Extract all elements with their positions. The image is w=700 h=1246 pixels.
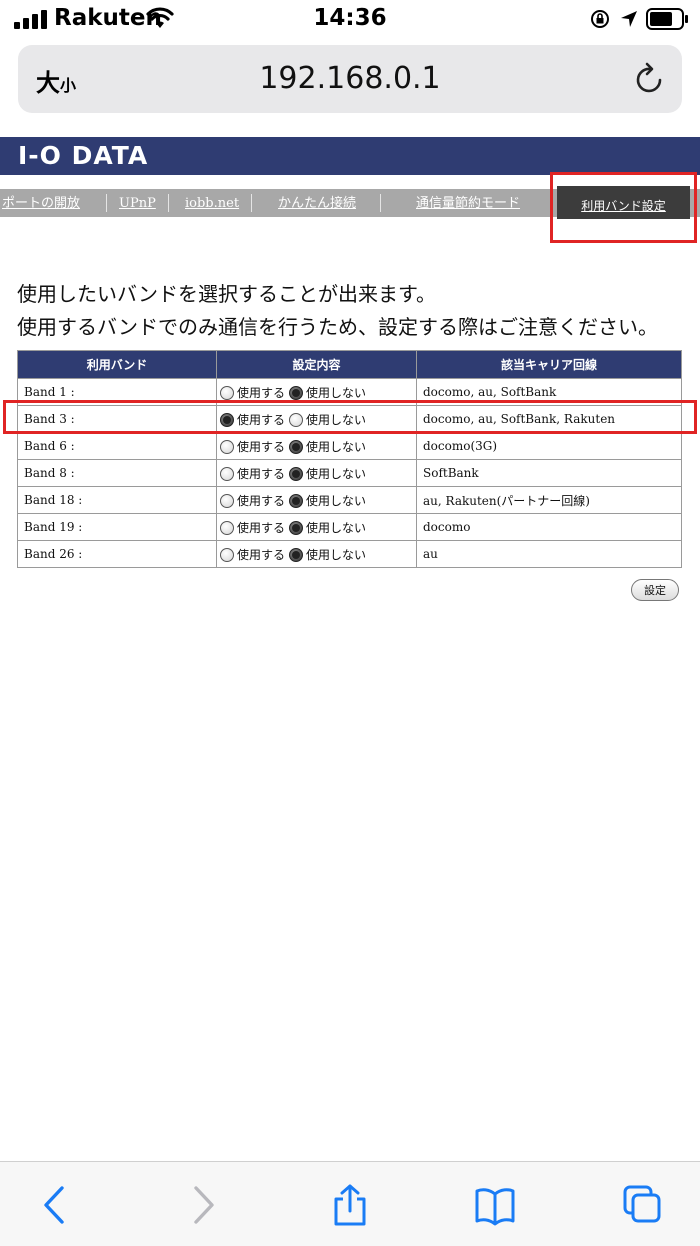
band-name: Band 26 : [17,540,217,568]
band-setting: 使用する 使用しない [216,513,417,541]
radio-use-label: 使用する [237,547,286,562]
radio-no-use-label: 使用しない [306,493,367,508]
nav-item-iobb[interactable]: iobb.net [185,189,239,217]
header-setting: 設定内容 [216,350,417,379]
nav-separator [251,194,252,212]
header-band: 利用バンド [17,350,217,379]
url-text[interactable]: 192.168.0.1 [18,61,682,96]
bookmarks-icon[interactable] [475,1184,515,1226]
share-icon[interactable] [330,1184,370,1226]
radio-no-use[interactable] [289,520,304,535]
radio-no-use[interactable] [289,547,304,562]
carrier-list: au, Rakuten(パートナー回線) [416,486,682,514]
address-bar[interactable]: 大小 192.168.0.1 [18,45,682,113]
band-name: Band 6 : [17,432,217,460]
tabs-icon[interactable] [622,1184,662,1226]
set-button[interactable]: 設定 [631,579,679,601]
web-content: I-O DATA ポートの開放 UPnP iobb.net かんたん接続 通信量… [0,131,700,1161]
table-row: Band 18 : 使用する 使用しない au, Rakuten(パートナー回線) [17,486,682,514]
status-bar: Rakuten 14:36 [0,0,700,40]
nav-separator [168,194,169,212]
table-row: Band 6 : 使用する 使用しない docomo(3G) [17,432,682,460]
radio-use-label: 使用する [237,493,286,508]
carrier-list: au [416,540,682,568]
band-setting: 使用する 使用しない [216,540,417,568]
radio-use[interactable] [220,547,234,562]
radio-no-use-label: 使用しない [306,466,367,481]
carrier-list: docomo(3G) [416,432,682,460]
nav-item-upnp[interactable]: UPnP [119,189,156,217]
carrier-list: docomo [416,513,682,541]
reload-icon[interactable] [634,61,666,97]
radio-use[interactable] [220,385,234,400]
band-name: Band 18 : [17,486,217,514]
band-setting: 使用する 使用しない [216,432,417,460]
highlight-box-nav [550,172,697,243]
location-arrow-icon [621,11,637,27]
radio-use-label: 使用する [237,385,286,400]
highlight-box-band3 [3,400,697,434]
radio-no-use[interactable] [289,385,304,400]
nav-item-port-open[interactable]: ポートの開放 [2,189,80,217]
radio-no-use-label: 使用しない [306,520,367,535]
band-table: 利用バンド 設定内容 該当キャリア回線 Band 1 : 使用する 使用しない doc… [17,350,682,568]
nav-separator [106,194,107,212]
forward-icon[interactable] [184,1184,224,1226]
nav-separator [380,194,381,212]
radio-no-use[interactable] [289,439,304,454]
radio-use-label: 使用する [237,439,286,454]
back-icon[interactable] [34,1184,74,1226]
nav-item-data-saving-mode[interactable]: 通信量節約モード [416,189,520,217]
rotation-lock-icon [591,10,609,28]
battery-icon [646,8,688,30]
band-setting: 使用する 使用しない [216,459,417,487]
radio-no-use-label: 使用しない [306,385,367,400]
iodata-logo: I-O DATA [18,141,149,170]
table-row: Band 8 : 使用する 使用しない SoftBank [17,459,682,487]
browser-toolbar [0,1161,700,1246]
radio-no-use[interactable] [289,493,304,508]
radio-no-use[interactable] [289,466,304,481]
carrier-list: SoftBank [416,459,682,487]
band-setting: 使用する 使用しない [216,486,417,514]
brand-header: I-O DATA [0,137,700,175]
radio-no-use-label: 使用しない [306,439,367,454]
table-row: Band 19 : 使用する 使用しない docomo [17,513,682,541]
band-name: Band 8 : [17,459,217,487]
table-row: Band 26 : 使用する 使用しない au [17,540,682,568]
description-line-1: 使用したいバンドを選択することが出来ます。 [17,282,436,306]
radio-use[interactable] [220,520,234,535]
nav-item-easy-connect[interactable]: かんたん接続 [278,189,356,217]
radio-use[interactable] [220,466,234,481]
radio-use[interactable] [220,493,234,508]
table-header-row: 利用バンド 設定内容 該当キャリア回線 [17,350,682,379]
radio-use-label: 使用する [237,520,286,535]
band-name: Band 19 : [17,513,217,541]
description-line-2: 使用するバンドでのみ通信を行うため、設定する際はご注意ください。 [17,315,658,339]
radio-use[interactable] [220,439,234,454]
header-carrier: 該当キャリア回線 [416,350,682,379]
radio-no-use-label: 使用しない [306,547,367,562]
radio-use-label: 使用する [237,466,286,481]
